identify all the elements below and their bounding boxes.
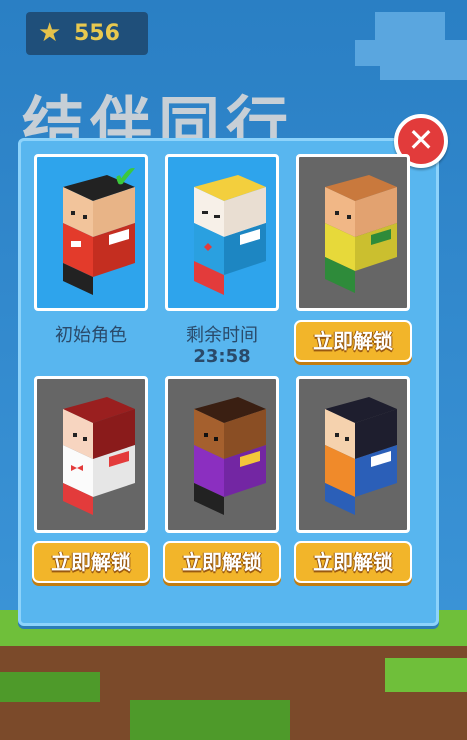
selected-check-icon: ✔ bbox=[113, 160, 139, 195]
background-grass bbox=[130, 700, 290, 740]
background-cloud bbox=[355, 40, 467, 66]
character-avatar bbox=[194, 175, 266, 295]
background-grass bbox=[0, 672, 100, 702]
unlock-button[interactable]: 立即解锁 bbox=[294, 541, 412, 583]
background-cloud bbox=[375, 12, 445, 40]
star-count: 556 bbox=[74, 21, 120, 46]
background-grass bbox=[385, 658, 467, 692]
background-cloud bbox=[380, 66, 467, 80]
character-caption-1: 初始角色 bbox=[55, 325, 127, 346]
unlock-button[interactable]: 立即解锁 bbox=[163, 541, 281, 583]
unlock-button-label: 立即解锁 bbox=[51, 550, 131, 574]
character-timer: 23:58 bbox=[193, 346, 251, 367]
star-counter: ★ 556 bbox=[26, 12, 148, 55]
star-icon: ★ bbox=[38, 18, 62, 48]
unlock-button-label: 立即解锁 bbox=[182, 550, 262, 574]
character-caption-2: 剩余时间 bbox=[186, 325, 258, 346]
character-avatar bbox=[194, 397, 266, 515]
unlock-button-label: 立即解锁 bbox=[313, 550, 393, 574]
unlock-button[interactable]: 立即解锁 bbox=[294, 320, 412, 362]
character-card-6[interactable] bbox=[296, 376, 410, 533]
character-avatar bbox=[325, 397, 397, 515]
character-card-4[interactable] bbox=[34, 376, 148, 533]
character-card-1[interactable]: ✔ bbox=[34, 154, 148, 311]
character-avatar bbox=[63, 397, 135, 515]
character-card-2[interactable] bbox=[165, 154, 279, 311]
character-card-3[interactable] bbox=[296, 154, 410, 311]
unlock-button[interactable]: 立即解锁 bbox=[32, 541, 150, 583]
character-card-5[interactable] bbox=[165, 376, 279, 533]
character-avatar bbox=[325, 175, 397, 293]
unlock-button-label: 立即解锁 bbox=[313, 329, 393, 353]
